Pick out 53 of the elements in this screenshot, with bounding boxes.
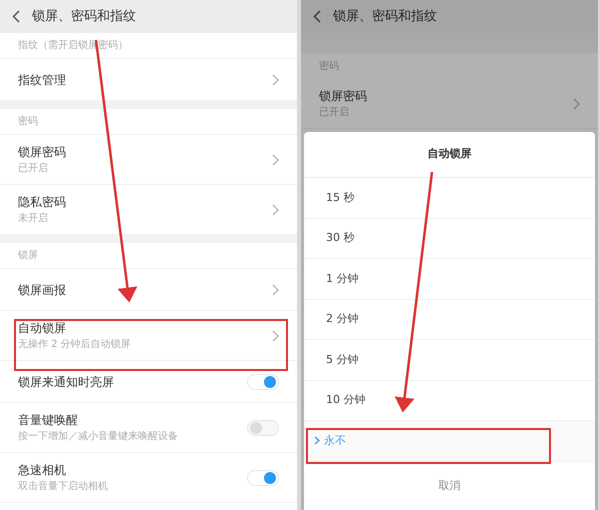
chevron-right-icon (272, 154, 279, 166)
chevron-right-icon (272, 74, 279, 86)
settings-row[interactable]: 锁屏画报 (0, 269, 297, 311)
row-title: 自动锁屏 (18, 320, 67, 337)
settings-row[interactable]: 自动锁屏 无操作 2 分钟后自动锁屏 (0, 311, 297, 361)
row-title: 锁屏画报 (18, 282, 66, 298)
row-subtitle: 双击音量下启动相机 (18, 480, 108, 494)
toggle-switch[interactable] (247, 374, 279, 390)
option-item[interactable]: 15 秒 (304, 178, 595, 218)
option-item[interactable]: 1 分钟 (304, 259, 595, 300)
row-subtitle: 已开启 (319, 106, 350, 120)
settings-row[interactable]: 锁屏密码 已开启 (0, 135, 297, 185)
row-title: 锁屏来通知时亮屏 (18, 374, 114, 390)
dialog-title: 自动锁屏 (428, 146, 472, 162)
option-label: 2 分钟 (326, 311, 358, 327)
chevron-right-icon (272, 284, 279, 296)
row-subtitle: 未开启 (18, 212, 49, 226)
option-label: 30 秒 (326, 230, 354, 246)
section-label: 锁屏 (18, 249, 38, 263)
settings-row[interactable]: 锁屏密码 已开启 (301, 79, 598, 129)
screen-title: 锁屏、密码和指纹 (333, 8, 437, 26)
row-title: 音量键唤醒 (18, 412, 79, 429)
option-item[interactable]: 5 分钟 (304, 340, 595, 380)
option-item[interactable]: 30 秒 (304, 218, 595, 259)
back-icon[interactable] (313, 10, 321, 23)
toggle-switch[interactable] (247, 420, 279, 436)
toggle-switch[interactable] (247, 470, 279, 486)
option-label: 5 分钟 (326, 352, 358, 368)
row-title: 指纹管理 (18, 72, 66, 88)
row-title: 锁屏密码 (18, 144, 66, 161)
settings-row[interactable]: 急速相机 双击音量下启动相机 (0, 453, 297, 503)
cancel-button[interactable]: 取消 (304, 462, 595, 510)
option-label: 15 秒 (326, 190, 354, 206)
settings-row[interactable]: 锁屏来通知时亮屏 (0, 361, 297, 403)
row-subtitle: 无操作 2 分钟后自动锁屏 (18, 338, 131, 352)
row-title: 急速相机 (18, 462, 67, 479)
chevron-right-icon (573, 98, 580, 110)
option-label: 1 分钟 (326, 270, 358, 286)
chevron-right-icon (272, 204, 279, 216)
back-icon[interactable] (12, 10, 20, 23)
option-item[interactable]: 2 分钟 (304, 300, 595, 340)
row-title: 锁屏密码 (319, 88, 367, 105)
chevron-right-icon (314, 436, 320, 446)
row-subtitle: 已开启 (18, 162, 49, 176)
option-label: 永不 (324, 432, 346, 448)
section-label: 密码 (319, 60, 339, 74)
chevron-right-icon (272, 330, 279, 342)
screen-title: 锁屏、密码和指纹 (32, 8, 136, 26)
row-subtitle: 按一下增加／减小音量键来唤醒设备 (18, 430, 178, 444)
section-label: 密码 (18, 114, 38, 129)
settings-row[interactable]: 音量键唤醒 按一下增加／减小音量键来唤醒设备 (0, 403, 297, 453)
row-title: 隐私密码 (18, 194, 66, 211)
option-label: 10 分钟 (326, 392, 366, 408)
